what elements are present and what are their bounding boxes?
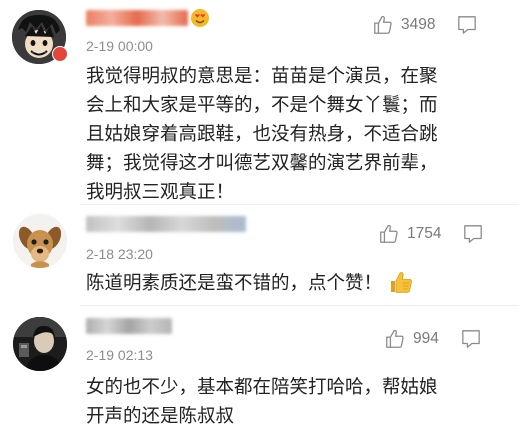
avatar[interactable] bbox=[13, 214, 67, 268]
comment-text-line: 会上和大家是平等的，不是个舞女丫鬟；而 bbox=[86, 95, 438, 116]
thumbs-up-icon[interactable] bbox=[384, 328, 406, 350]
comment-time: 2-18 23:20 bbox=[86, 246, 153, 262]
puppy-avatar-icon bbox=[13, 214, 67, 268]
thumbs-up-icon[interactable] bbox=[378, 223, 400, 245]
thumbs-up-icon[interactable] bbox=[372, 14, 394, 36]
reply-comment-icon[interactable] bbox=[457, 15, 477, 35]
comment-actions: 3498 bbox=[372, 14, 477, 36]
avatar[interactable] bbox=[13, 317, 67, 371]
person-photo-avatar-icon bbox=[13, 317, 67, 371]
comment-text-line: 我明叔三观真正！ bbox=[86, 182, 235, 203]
comment-text: 陈道明素质还是蛮不错的，点个赞！ bbox=[86, 269, 506, 298]
comment-actions: 994 bbox=[384, 328, 481, 350]
username-blurred[interactable] bbox=[86, 318, 172, 334]
like-count: 1754 bbox=[407, 225, 442, 242]
comment-item: 2-19 02:13 994 女的也不少，基本都在陪笑打哈哈，帮姑娘 开声的还是… bbox=[0, 306, 519, 440]
like-count: 994 bbox=[413, 330, 439, 347]
comment-text-line: 我觉得明叔的意思是：苗苗是个演员，在聚 bbox=[86, 66, 438, 87]
heart-eyes-emoji-icon bbox=[191, 9, 209, 27]
like-count: 3498 bbox=[401, 16, 436, 33]
comment-item: 2-19 00:00 3498 我觉得明叔的意思是：苗苗是个演员，在聚 会上和大… bbox=[0, 0, 519, 204]
username-blurred[interactable] bbox=[86, 10, 188, 26]
comment-time: 2-19 02:13 bbox=[86, 347, 153, 363]
comment-time: 2-19 00:00 bbox=[86, 38, 153, 54]
username-blurred[interactable] bbox=[86, 216, 246, 232]
comment-text: 女的也不少，基本都在陪笑打哈哈，帮姑娘 开声的还是陈叔叔 bbox=[86, 373, 506, 431]
reply-comment-icon[interactable] bbox=[461, 329, 481, 349]
comment-item: 2-18 23:20 1754 陈道明素质还是蛮不错的，点个赞！ bbox=[0, 205, 519, 305]
comment-text-line: 开声的还是陈叔叔 bbox=[86, 406, 235, 427]
comment-text: 我觉得明叔的意思是：苗苗是个演员，在聚 会上和大家是平等的，不是个舞女丫鬟；而 … bbox=[86, 62, 506, 207]
comment-actions: 1754 bbox=[378, 223, 483, 245]
vip-badge-icon bbox=[52, 46, 68, 62]
comment-text-line: 舞；我觉得这才叫德艺双馨的演艺界前辈， bbox=[86, 153, 438, 174]
thumbs-up-emoji-icon bbox=[390, 272, 412, 293]
comment-text-line: 陈道明素质还是蛮不错的，点个赞！ bbox=[86, 273, 383, 294]
reply-comment-icon[interactable] bbox=[463, 224, 483, 244]
comment-text-line: 且姑娘穿着高跟鞋，也没有热身，不适合跳 bbox=[86, 124, 438, 145]
comment-text-line: 女的也不少，基本都在陪笑打哈哈，帮姑娘 bbox=[86, 377, 438, 398]
